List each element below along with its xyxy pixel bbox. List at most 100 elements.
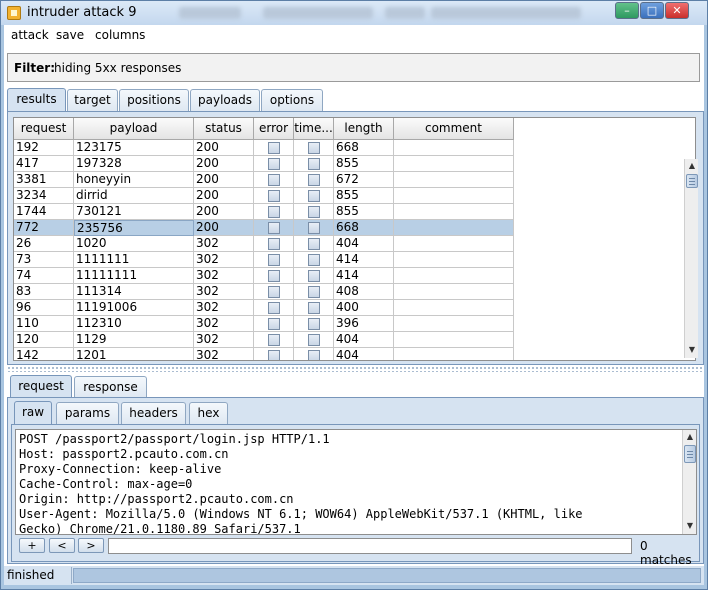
- cell-timeout: [294, 284, 334, 300]
- cell-payload: 730121: [74, 204, 194, 220]
- cell-status: 302: [194, 252, 254, 268]
- col-header-comment[interactable]: comment: [394, 118, 514, 140]
- tab-positions[interactable]: positions: [119, 89, 189, 111]
- search-input[interactable]: [108, 538, 632, 554]
- cell-status: 200: [194, 156, 254, 172]
- cell-error: [254, 268, 294, 284]
- raw-request-text[interactable]: POST /passport2/passport/login.jsp HTTP/…: [15, 429, 697, 535]
- close-button[interactable]: ✕: [665, 2, 689, 19]
- scroll-thumb[interactable]: [684, 445, 696, 463]
- tab-raw[interactable]: raw: [14, 401, 52, 424]
- table-row[interactable]: 142 1201 302 404: [14, 348, 514, 360]
- cell-error: [254, 172, 294, 188]
- cell-payload: 1129: [74, 332, 194, 348]
- col-header-status[interactable]: status: [194, 118, 254, 140]
- table-row[interactable]: 83 111314 302 408: [14, 284, 514, 300]
- cell-status: 302: [194, 284, 254, 300]
- table-row[interactable]: 417 197328 200 855: [14, 156, 514, 172]
- table-row[interactable]: 3381 honeyyin 200 672: [14, 172, 514, 188]
- maximize-button[interactable]: □: [640, 2, 664, 19]
- filter-bar[interactable]: Filter: hiding 5xx responses: [7, 53, 700, 82]
- error-checkbox: [267, 270, 280, 282]
- col-header-timeout[interactable]: time...: [294, 118, 334, 140]
- cell-timeout: [294, 300, 334, 316]
- table-row[interactable]: 73 1111111 302 414: [14, 252, 514, 268]
- scroll-up-arrow-icon[interactable]: ▲: [684, 431, 696, 443]
- cell-length: 855: [334, 204, 394, 220]
- timeout-checkbox: [307, 286, 320, 298]
- scroll-thumb[interactable]: [686, 174, 698, 188]
- results-scrollbar[interactable]: ▲ ▼: [684, 159, 698, 358]
- error-checkbox: [267, 254, 280, 266]
- error-checkbox: [267, 190, 280, 202]
- table-row[interactable]: 772 235756 200 668: [14, 220, 514, 236]
- cell-error: [254, 284, 294, 300]
- cell-request: 192: [14, 140, 74, 156]
- blurred-region: [431, 7, 581, 19]
- match-count: 0 matches: [640, 539, 692, 567]
- col-header-error[interactable]: error: [254, 118, 294, 140]
- menu-attack[interactable]: attack: [11, 28, 49, 42]
- cell-request: 110: [14, 316, 74, 332]
- tab-target[interactable]: target: [67, 89, 118, 111]
- cell-comment: [394, 140, 514, 156]
- col-header-payload[interactable]: payload: [74, 118, 194, 140]
- cell-error: [254, 252, 294, 268]
- col-header-length[interactable]: length: [334, 118, 394, 140]
- timeout-checkbox: [307, 222, 320, 234]
- cell-request: 120: [14, 332, 74, 348]
- tab-hex[interactable]: hex: [189, 402, 228, 424]
- cell-status: 200: [194, 140, 254, 156]
- table-row[interactable]: 120 1129 302 404: [14, 332, 514, 348]
- add-button[interactable]: +: [19, 538, 45, 553]
- col-header-request[interactable]: request: [14, 118, 74, 140]
- cell-request: 26: [14, 236, 74, 252]
- cell-timeout: [294, 252, 334, 268]
- error-checkbox: [267, 238, 280, 250]
- scroll-down-arrow-icon[interactable]: ▼: [686, 344, 698, 356]
- tab-response[interactable]: response: [74, 376, 147, 398]
- cell-request: 74: [14, 268, 74, 284]
- cell-status: 302: [194, 268, 254, 284]
- table-row[interactable]: 1744 730121 200 855: [14, 204, 514, 220]
- cell-payload: 1111111: [74, 252, 194, 268]
- menu-columns[interactable]: columns: [95, 28, 145, 42]
- timeout-checkbox: [307, 334, 320, 346]
- tab-results[interactable]: results: [7, 88, 66, 112]
- tab-request[interactable]: request: [10, 375, 72, 399]
- tab-payloads[interactable]: payloads: [190, 89, 260, 111]
- tab-headers[interactable]: headers: [121, 402, 186, 424]
- intruder-window: intruder attack 9 – □ ✕ attack save colu…: [0, 0, 708, 590]
- window-title: intruder attack 9: [27, 5, 137, 20]
- menu-save[interactable]: save: [56, 28, 84, 42]
- scroll-up-arrow-icon[interactable]: ▲: [686, 160, 698, 172]
- cell-request: 142: [14, 348, 74, 360]
- cell-status: 302: [194, 332, 254, 348]
- cell-error: [254, 188, 294, 204]
- title-bar[interactable]: intruder attack 9 – □ ✕: [1, 1, 707, 25]
- previous-match-button[interactable]: <: [49, 538, 75, 553]
- table-row[interactable]: 3234 dirrid 200 855: [14, 188, 514, 204]
- table-row[interactable]: 26 1020 302 404: [14, 236, 514, 252]
- timeout-checkbox: [307, 318, 320, 330]
- table-row[interactable]: 192 123175 200 668: [14, 140, 514, 156]
- error-checkbox: [267, 302, 280, 314]
- table-row[interactable]: 110 112310 302 396: [14, 316, 514, 332]
- status-text: finished: [7, 568, 55, 582]
- tab-params[interactable]: params: [56, 402, 119, 424]
- timeout-checkbox: [307, 174, 320, 186]
- cell-payload: 1201: [74, 348, 194, 360]
- next-match-button[interactable]: >: [78, 538, 104, 553]
- tab-options[interactable]: options: [261, 89, 323, 111]
- raw-scrollbar[interactable]: ▲ ▼: [682, 430, 696, 534]
- minimize-button[interactable]: –: [615, 2, 639, 19]
- cell-comment: [394, 204, 514, 220]
- cell-length: 400: [334, 300, 394, 316]
- table-row[interactable]: 74 11111111 302 414: [14, 268, 514, 284]
- cell-request: 73: [14, 252, 74, 268]
- cell-error: [254, 236, 294, 252]
- cell-payload: 123175: [74, 140, 194, 156]
- pane-splitter[interactable]: [7, 366, 704, 372]
- table-row[interactable]: 96 11191006 302 400: [14, 300, 514, 316]
- scroll-down-arrow-icon[interactable]: ▼: [684, 520, 696, 532]
